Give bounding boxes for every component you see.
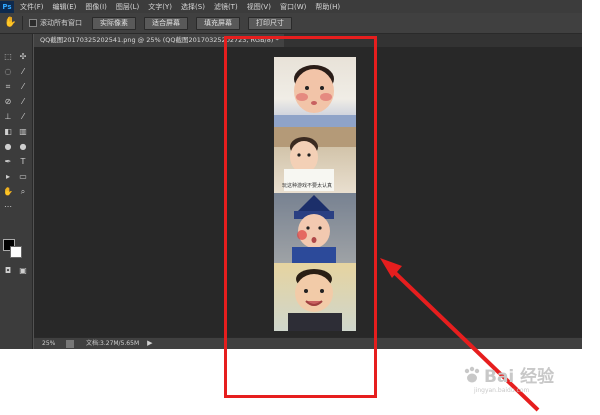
move-tool-icon[interactable]: ✣ — [18, 52, 28, 62]
path-select-tool-icon[interactable]: ▸ — [3, 172, 13, 182]
marquee-tool-icon[interactable]: ⬚ — [3, 52, 13, 62]
clone-stamp-tool-icon[interactable]: ⊥ — [3, 112, 13, 122]
quick-select-tool-icon[interactable]: ⁄ — [18, 67, 28, 77]
actual-pixels-button[interactable]: 实际像素 — [92, 16, 136, 30]
menu-type[interactable]: 文字(Y) — [148, 2, 172, 12]
screenshot-root: Ps 文件(F) 编辑(E) 图像(I) 图层(L) 文字(Y) 选择(S) 滤… — [0, 0, 600, 415]
photoshop-logo-icon: Ps — [0, 0, 14, 13]
fit-screen-button[interactable]: 适合屏幕 — [144, 16, 188, 30]
status-menu-arrow-icon[interactable]: ▶ — [147, 338, 152, 349]
print-size-button[interactable]: 打印尺寸 — [248, 16, 292, 30]
menu-filter[interactable]: 滤镜(T) — [214, 2, 238, 12]
blur-tool-icon[interactable]: ● — [3, 142, 13, 152]
menu-bar: Ps 文件(F) 编辑(E) 图像(I) 图层(L) 文字(Y) 选择(S) 滤… — [0, 0, 582, 13]
watermark-url: jingyan.baidu.com — [474, 387, 530, 394]
divider — [22, 16, 23, 30]
hand-tool-icon[interactable]: ✋ — [3, 187, 13, 197]
menu-layer[interactable]: 图层(L) — [116, 2, 139, 12]
baidu-paw-icon — [464, 366, 480, 382]
screen-mode-icon[interactable]: ▣ — [18, 266, 28, 276]
options-bar: ✋ 滚动所有窗口 实际像素 适合屏幕 填充屏幕 打印尺寸 — [0, 13, 582, 34]
shape-tool-icon[interactable]: ▭ — [18, 172, 28, 182]
watermark-brand: Bai 经验 — [484, 367, 555, 387]
menu-select[interactable]: 选择(S) — [181, 2, 205, 12]
fill-screen-button[interactable]: 填充屏幕 — [196, 16, 240, 30]
eraser-tool-icon[interactable]: ◧ — [3, 127, 13, 137]
document-size-info: 文档:3.27M/5.65M — [86, 340, 140, 347]
menu-view[interactable]: 视图(V) — [247, 2, 271, 12]
menu-edit[interactable]: 编辑(E) — [53, 2, 77, 12]
type-tool-icon[interactable]: T — [18, 157, 28, 167]
lasso-tool-icon[interactable]: ◌ — [3, 67, 13, 77]
background-color-swatch[interactable] — [10, 246, 22, 258]
dodge-tool-icon[interactable]: ● — [18, 142, 28, 152]
menu-file[interactable]: 文件(F) — [20, 2, 44, 12]
eyedropper-tool-icon[interactable]: ⁄ — [18, 82, 28, 92]
gradient-tool-icon[interactable]: ▥ — [18, 127, 28, 137]
brush-tool-icon[interactable]: ⁄ — [18, 97, 28, 107]
red-highlight-box — [224, 36, 377, 398]
tools-panel: ⬚ ✣ ◌ ⁄ ⌗ ⁄ ⊘ ⁄ ⊥ ⁄ ◧ ▥ ● ● ✒ T ▸ ▭ ✋ ⌕ … — [0, 34, 33, 349]
pen-tool-icon[interactable]: ✒ — [3, 157, 13, 167]
zoom-level[interactable]: 25% — [42, 338, 64, 349]
crop-tool-icon[interactable]: ⌗ — [3, 82, 13, 92]
more-tools-icon[interactable]: ⋯ — [3, 202, 13, 212]
baidu-watermark: Bai 经验 — [462, 362, 554, 387]
menu-help[interactable]: 帮助(H) — [315, 2, 340, 12]
menu-window[interactable]: 窗口(W) — [280, 2, 306, 12]
scroll-all-windows-checkbox[interactable] — [29, 19, 37, 27]
status-info-icon[interactable] — [66, 339, 74, 348]
history-brush-tool-icon[interactable]: ⁄ — [18, 112, 28, 122]
quick-mask-icon[interactable]: ◘ — [3, 266, 13, 276]
scroll-all-windows-label: 滚动所有窗口 — [40, 19, 82, 27]
menu-image[interactable]: 图像(I) — [85, 2, 107, 12]
healing-brush-tool-icon[interactable]: ⊘ — [3, 97, 13, 107]
hand-tool-icon[interactable]: ✋ — [4, 17, 16, 29]
zoom-tool-icon[interactable]: ⌕ — [18, 187, 28, 197]
